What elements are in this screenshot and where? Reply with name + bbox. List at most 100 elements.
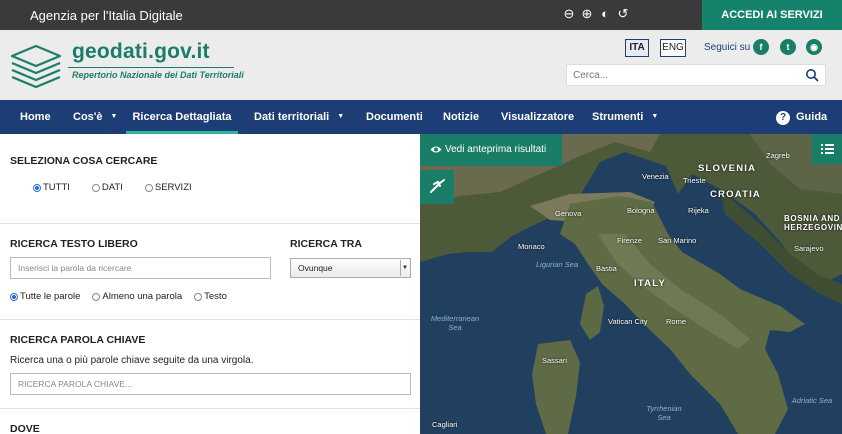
facebook-icon[interactable]: f xyxy=(753,39,769,55)
twitter-icon[interactable]: t xyxy=(780,39,796,55)
select-value: Ovunque xyxy=(298,263,333,273)
free-text-input[interactable] xyxy=(10,257,271,279)
map-viewer[interactable]: Vedi anteprima risultati SLOVENIA Zagreb… xyxy=(420,134,842,434)
site-search xyxy=(566,64,826,86)
map-label-venezia: Venezia xyxy=(642,172,669,181)
map-label-slovenia: SLOVENIA xyxy=(698,163,757,174)
map-label-mediterranean: Mediterranean Sea xyxy=(430,314,480,332)
chevron-down-icon: ▼ xyxy=(651,113,659,121)
map-label-italy: ITALY xyxy=(634,278,666,289)
reset-icon[interactable]: ↺ xyxy=(616,6,630,22)
eye-icon xyxy=(430,146,442,153)
map-label-bologna: Bologna xyxy=(627,206,655,215)
chevron-down-icon: ▼ xyxy=(337,113,345,121)
map-label-san-marino: San Marino xyxy=(658,236,697,245)
radio-label: SERVIZI xyxy=(154,182,192,193)
nav-cos-e[interactable]: Cos'è ▼ xyxy=(73,100,117,134)
radio-dati[interactable]: DATI xyxy=(91,182,123,193)
list-icon xyxy=(821,144,834,154)
access-services-button[interactable]: ACCEDI AI SERVIZI xyxy=(702,0,842,30)
ruler-tool-icon xyxy=(430,179,445,193)
main-nav: Home Cos'è ▼ Ricerca Dettagliata Dati ter… xyxy=(0,100,842,134)
nav-home[interactable]: Home xyxy=(20,100,51,134)
what-radio-group: TUTTI DATI SERVIZI xyxy=(33,182,206,193)
map-label-adriatic: Adriatic Sea xyxy=(791,396,833,405)
radio-label: TUTTI xyxy=(43,182,70,193)
layers-logo-icon[interactable] xyxy=(8,44,64,88)
help-icon: ? xyxy=(776,111,790,125)
radio-label: Testo xyxy=(204,291,227,302)
site-subtitle: Repertorio Nazionale dei Dati Territoria… xyxy=(72,70,244,80)
radio-button[interactable] xyxy=(91,183,100,192)
map-label-firenze: Firenze xyxy=(617,236,643,245)
match-radio-group: Tutte le parole Almeno una parola Testo xyxy=(10,291,241,302)
search-input[interactable] xyxy=(567,65,787,86)
keyword-help-text: Ricerca una o più parole chiave seguite … xyxy=(10,355,254,366)
map-label-ligurian-sea: Ligurian Sea xyxy=(536,260,579,269)
map-label-rijeka: Rijeka xyxy=(688,206,709,215)
radio-label: DATI xyxy=(101,182,123,193)
nav-strumenti[interactable]: Strumenti ▼ xyxy=(592,100,658,134)
nav-visualizzatore[interactable]: Visualizzatore xyxy=(501,100,574,134)
where-title: DOVE xyxy=(10,423,40,434)
nav-label: Strumenti xyxy=(592,111,644,123)
radio-button[interactable] xyxy=(144,183,153,192)
nav-guida[interactable]: ? Guida xyxy=(776,100,827,134)
follow-label: Seguici su xyxy=(704,42,751,53)
map-label-bosnia: BOSNIA AND HERZEGOVINA xyxy=(784,214,842,232)
keyword-title: RICERCA PAROLA CHIAVE xyxy=(10,334,146,346)
radio-servizi[interactable]: SERVIZI xyxy=(144,182,192,193)
zoom-in-icon[interactable]: ⊕ xyxy=(580,6,594,22)
radio-tutti[interactable]: TUTTI xyxy=(33,182,70,193)
nav-label: Dati territoriali xyxy=(254,111,330,123)
radio-label: Almeno una parola xyxy=(102,291,183,302)
map-terrain xyxy=(420,134,842,434)
radio-button[interactable] xyxy=(194,292,203,301)
nav-notizie[interactable]: Notizie xyxy=(443,100,479,134)
rss-icon[interactable]: ◉ xyxy=(806,39,822,55)
map-label-zagreb: Zagreb xyxy=(766,151,790,160)
map-label-sassari: Sassari xyxy=(542,356,568,365)
section-divider xyxy=(0,319,420,320)
site-header: geodati.gov.it Repertorio Nazionale dei … xyxy=(0,30,842,100)
radio-testo[interactable]: Testo xyxy=(194,291,227,302)
keyword-input[interactable] xyxy=(10,373,411,395)
radio-almeno-una-parola[interactable]: Almeno una parola xyxy=(92,291,182,302)
radio-button[interactable] xyxy=(10,292,18,301)
zoom-out-icon[interactable]: ⊖ xyxy=(562,6,576,22)
map-label-tyrrhenian: Tyrrhenian Sea xyxy=(646,404,682,422)
nav-label: Guida xyxy=(796,111,828,123)
contrast-icon[interactable]: ◐ xyxy=(598,6,612,22)
chevron-down-icon: ▼ xyxy=(400,260,409,276)
search-icon[interactable] xyxy=(805,68,819,82)
nav-documenti[interactable]: Documenti xyxy=(366,100,423,134)
section-divider xyxy=(0,223,420,224)
map-label-bastia: Bastia xyxy=(596,264,617,273)
what-title: SELEZIONA COSA CERCARE xyxy=(10,155,158,167)
nav-label: Cos'è xyxy=(73,111,103,123)
radio-tutte-le-parole[interactable]: Tutte le parole xyxy=(10,291,80,302)
map-label-croatia: CROATIA xyxy=(710,189,761,200)
lang-ita-button[interactable]: ITA xyxy=(625,39,649,57)
map-label-trieste: Trieste xyxy=(683,176,706,185)
nav-dati-territoriali[interactable]: Dati territoriali ▼ xyxy=(254,100,344,134)
map-label-sarajevo: Sarajevo xyxy=(794,244,824,253)
map-label-vatican: Vatican City xyxy=(608,317,648,326)
map-label-cagliari: Cagliari xyxy=(432,420,458,429)
nav-ricerca-dettagliata[interactable]: Ricerca Dettagliata xyxy=(126,100,238,134)
results-list-button[interactable] xyxy=(812,134,842,164)
lang-eng-button[interactable]: ENG xyxy=(660,39,686,57)
map-label-rome: Rome xyxy=(666,317,687,326)
map-label-monaco: Monaco xyxy=(518,242,545,251)
search-in-select[interactable]: Ovunque ▼ xyxy=(290,258,411,278)
agency-link[interactable]: Agenzia per l'Italia Digitale xyxy=(30,8,183,23)
top-bar: Agenzia per l'Italia Digitale ⊖ ⊕ ◐ ↺ AC… xyxy=(0,0,842,30)
search-panel: SELEZIONA COSA CERCARE TUTTI DATI SERVIZ… xyxy=(0,134,420,434)
radio-button[interactable] xyxy=(92,292,101,301)
site-brand[interactable]: geodati.gov.it xyxy=(72,40,210,64)
section-divider xyxy=(0,408,420,409)
measure-tool-button[interactable] xyxy=(420,170,454,204)
radio-button[interactable] xyxy=(33,183,41,192)
accessibility-tools: ⊖ ⊕ ◐ ↺ xyxy=(562,6,630,22)
preview-results-button[interactable]: Vedi anteprima risultati xyxy=(420,134,562,166)
